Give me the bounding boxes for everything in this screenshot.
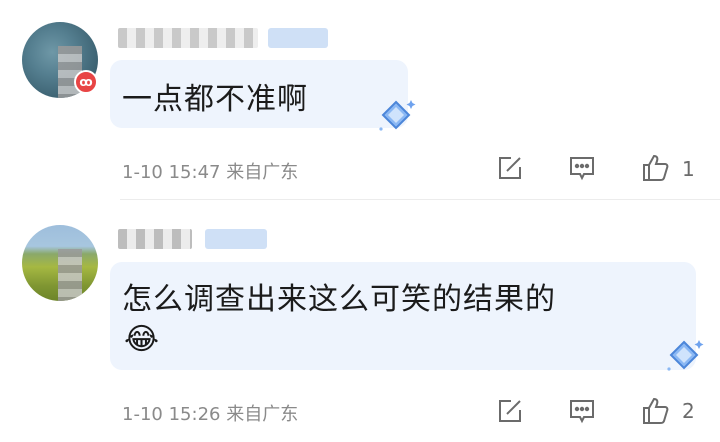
comment-meta: 1-10 15:26 来自广东 (122, 400, 298, 426)
avatar[interactable] (22, 225, 98, 301)
comment-location: 来自广东 (226, 404, 299, 425)
comment-time: 15:47 (168, 162, 221, 183)
comment-time: 15:26 (168, 404, 221, 425)
like-count: 1 (682, 157, 695, 181)
comment-meta: 1-10 15:47 来自广东 (122, 158, 298, 184)
comment-text: 怎么调查出来这么可笑的结果的 (122, 282, 556, 317)
weibo-badge-icon: ꝏ (74, 70, 98, 94)
diamond-sparkle-icon (667, 340, 704, 371)
share-icon[interactable] (495, 396, 525, 426)
comment-text: 一点都不准啊 (122, 82, 308, 117)
username-blurred[interactable] (118, 28, 258, 48)
like-count: 2 (682, 399, 695, 423)
laughing-tears-emoji: 😂 (124, 322, 160, 357)
avatar-blur (58, 249, 82, 301)
thumbs-up-icon[interactable] (640, 396, 670, 426)
user-tag-blurred (268, 28, 328, 48)
username-blurred[interactable] (118, 229, 192, 249)
diamond-sparkle-icon (379, 100, 416, 131)
share-icon[interactable] (495, 153, 525, 183)
comment-item: ꝏ 一点都不准啊 1-10 15:47 来自广东 1 (0, 0, 720, 200)
reply-icon[interactable] (567, 396, 597, 426)
comment-date: 1-10 (122, 404, 163, 425)
user-tag-blurred (205, 229, 267, 249)
comment-location: 来自广东 (226, 162, 299, 183)
comment-date: 1-10 (122, 162, 163, 183)
comment-bubble[interactable]: 怎么调查出来这么可笑的结果的 😂 (110, 262, 696, 370)
comment-item: 怎么调查出来这么可笑的结果的 😂 1-10 15:26 来自广东 2 (0, 200, 720, 442)
reply-icon[interactable] (567, 153, 597, 183)
comment-bubble[interactable]: 一点都不准啊 (110, 60, 408, 128)
thumbs-up-icon[interactable] (640, 153, 670, 183)
